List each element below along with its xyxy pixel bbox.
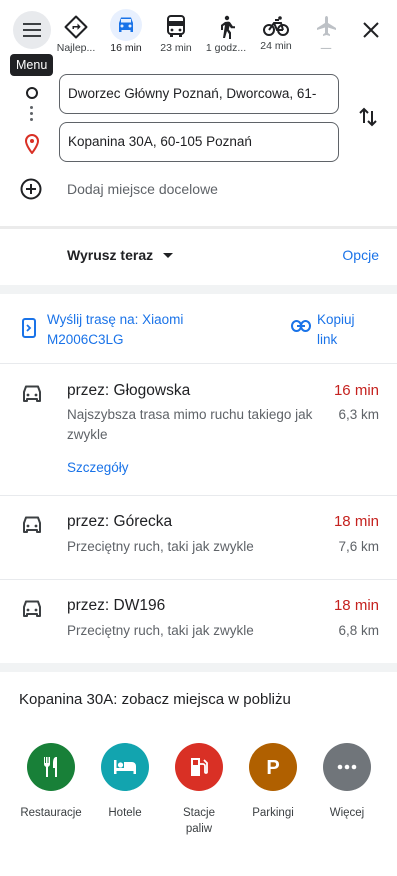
parking-icon: P [266, 757, 279, 778]
hamburger-icon [23, 23, 41, 37]
category-more[interactable]: Więcej [310, 743, 384, 821]
category-parking[interactable]: P Parkingi [236, 743, 310, 821]
category-label: Parkingi [252, 807, 294, 819]
route-via: przez: Górecka [67, 513, 173, 530]
restaurant-icon [44, 757, 57, 777]
send-to-phone-icon [22, 318, 36, 338]
route-time: 18 min [333, 513, 379, 530]
bicycle-icon [263, 16, 289, 36]
mode-drive-label: 16 min [110, 42, 142, 54]
send-to-device-link[interactable]: Wyślij trasę na: Xiaomi M2006C3LG [47, 310, 237, 350]
airplane-icon [317, 16, 336, 36]
category-hotels-circle [101, 743, 149, 791]
bus-icon [167, 15, 185, 37]
gas-station-icon [191, 758, 208, 776]
origin-circle-icon [26, 87, 38, 99]
route-distance: 6,3 km [338, 407, 379, 422]
mode-best[interactable]: Najlep... [51, 12, 101, 58]
mode-transit[interactable]: 23 min [151, 12, 201, 58]
route-time: 18 min [333, 597, 379, 614]
category-parking-circle: P [249, 743, 297, 791]
category-label: Więcej [329, 807, 365, 819]
mode-bike-label: 24 min [260, 40, 292, 52]
car-icon [23, 385, 41, 402]
route-description: Najszybsza trasa mimo ruchu takiego jak … [67, 407, 313, 442]
more-icon [337, 764, 357, 770]
category-label: Stacje paliw [183, 807, 215, 835]
add-circle-icon[interactable] [20, 178, 42, 200]
route-distance: 6,8 km [338, 623, 379, 638]
route-option[interactable]: przez: DW196 18 min Przeciętny ruch, tak… [0, 579, 397, 663]
route-dots-icon [30, 106, 34, 124]
depart-now-dropdown[interactable]: Wyrusz teraz [67, 247, 153, 263]
route-via: przez: DW196 [67, 597, 166, 614]
options-button[interactable]: Opcje [342, 247, 379, 263]
category-gas-stations[interactable]: Stacje paliw [162, 743, 236, 837]
category-hotels[interactable]: Hotele [88, 743, 162, 821]
mode-flight-label: — [320, 42, 332, 54]
category-label: Hotele [108, 807, 142, 819]
directions-diamond-icon [64, 15, 88, 39]
mode-walk[interactable]: 1 godz... [201, 12, 251, 58]
mode-walk-label: 1 godz... [205, 42, 247, 54]
route-details-link[interactable]: Szczegóły [67, 460, 129, 475]
section-divider [0, 663, 397, 672]
route-via: przez: Głogowska [67, 382, 191, 399]
link-icon [291, 320, 311, 332]
route-option[interactable]: przez: Głogowska 16 min Najszybsza trasa… [0, 363, 397, 495]
mode-transit-label: 23 min [160, 42, 192, 54]
car-icon [23, 600, 41, 617]
copy-link-button[interactable]: Kopiuj link [317, 310, 377, 350]
svg-text:P: P [266, 757, 279, 778]
menu-button[interactable] [13, 11, 51, 49]
route-time: 16 min [333, 382, 379, 399]
destination-input[interactable]: Kopanina 30A, 60-105 Poznań [59, 122, 339, 162]
dropdown-arrow-icon [163, 253, 173, 258]
mode-bike[interactable]: 24 min [251, 12, 301, 58]
category-restaurants[interactable]: Restauracje [14, 743, 88, 821]
close-button[interactable] [359, 18, 383, 42]
route-description: Przeciętny ruch, taki jak zwykle [67, 623, 254, 638]
category-restaurants-circle [27, 743, 75, 791]
close-icon [363, 22, 379, 38]
route-option[interactable]: przez: Górecka 18 min Przeciętny ruch, t… [0, 495, 397, 579]
mode-drive-highlight [110, 9, 142, 41]
category-gas-circle [175, 743, 223, 791]
walk-icon [221, 15, 235, 39]
car-icon [23, 516, 41, 533]
category-more-circle [323, 743, 371, 791]
category-label: Restauracje [20, 807, 82, 819]
section-divider [0, 285, 397, 294]
mode-best-label: Najlep... [56, 42, 96, 54]
hotel-icon [114, 760, 136, 774]
mode-drive[interactable]: 16 min [101, 9, 151, 58]
swap-directions-icon[interactable] [357, 106, 379, 128]
route-description: Przeciętny ruch, taki jak zwykle [67, 539, 254, 554]
origin-input[interactable]: Dworzec Główny Poznań, Dworcowa, 61- [59, 74, 339, 114]
travel-mode-bar: Najlep... 16 min 23 min 1 godz... 24 min… [0, 0, 397, 62]
section-divider [0, 226, 397, 229]
menu-tooltip: Menu [10, 54, 54, 76]
add-destination-button[interactable]: Dodaj miejsce docelowe [67, 181, 218, 197]
car-icon [119, 17, 133, 32]
destination-pin-icon [24, 134, 40, 154]
mode-flight[interactable]: — [301, 12, 351, 58]
route-distance: 7,6 km [338, 539, 379, 554]
nearby-title: Kopanina 30A: zobacz miejsca w pobliżu [19, 691, 291, 708]
